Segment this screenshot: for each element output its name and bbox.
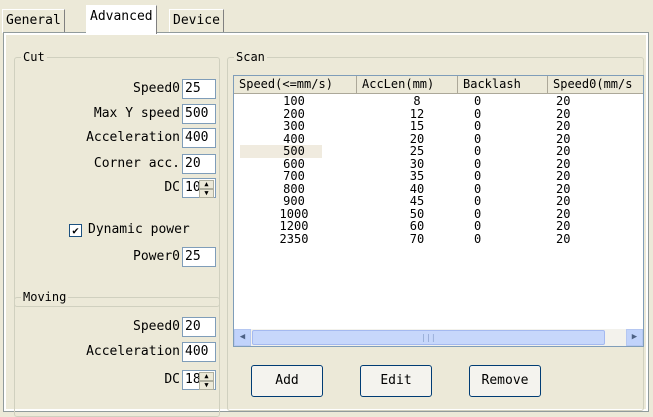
add-button[interactable]: Add	[251, 365, 323, 397]
cut-power0-label: Power0	[133, 249, 180, 264]
moving-dc-spinner[interactable]: ▲ ▼	[199, 372, 214, 390]
spin-down-icon[interactable]: ▼	[199, 189, 214, 198]
cut-speed0-input[interactable]: 25	[182, 79, 216, 99]
tab-advanced[interactable]: Advanced	[86, 5, 157, 34]
column-header-speed[interactable]: Speed(<=mm/s)	[234, 76, 357, 94]
cut-power0-input[interactable]: 25	[182, 247, 216, 267]
scroll-left-icon[interactable]: ◀	[234, 329, 251, 346]
edit-button[interactable]: Edit	[360, 365, 432, 397]
moving-group-title: Moving	[21, 289, 69, 305]
cut-group-title: Cut	[21, 49, 47, 65]
cut-corner-acc-input[interactable]: 20	[182, 154, 216, 174]
tab-device[interactable]: Device	[169, 9, 224, 33]
cut-dc-label: DC	[164, 180, 180, 195]
dynamic-power-label[interactable]: Dynamic power	[88, 221, 190, 239]
cut-dc-spinner[interactable]: ▲ ▼	[199, 180, 214, 198]
moving-acceleration-label: Acceleration	[86, 344, 180, 359]
cut-speed0-label: Speed0	[133, 81, 180, 96]
tab-panel: Cut Speed0 25 Max Y speed 500 Accelerati…	[3, 32, 649, 417]
column-header-acclen[interactable]: AccLen(mm)	[357, 76, 458, 94]
table-cell: 0	[474, 231, 482, 246]
cut-dc-spinbox[interactable]: 100 ▲ ▼	[182, 178, 216, 198]
cut-max-y-speed-input[interactable]: 500	[182, 104, 216, 124]
scan-group-title: Scan	[234, 49, 267, 65]
dynamic-power-checkbox[interactable]: ✔	[69, 224, 82, 237]
cut-corner-acc-label: Corner acc.	[93, 156, 180, 171]
column-header-speed0[interactable]: Speed0(mm/s	[548, 76, 643, 94]
table-cell: 2350	[279, 231, 309, 246]
scan-table[interactable]: Speed(<=mm/s) AccLen(mm) Backlash Speed0…	[233, 75, 644, 347]
column-header-backlash[interactable]: Backlash	[458, 76, 548, 94]
moving-dc-label: DC	[164, 372, 180, 387]
cut-acceleration-input[interactable]: 400	[182, 128, 216, 148]
moving-speed0-input[interactable]: 20	[182, 317, 216, 337]
spin-up-icon[interactable]: ▲	[199, 372, 214, 381]
scrollbar-thumb[interactable]: |||	[252, 330, 605, 345]
spin-down-icon[interactable]: ▼	[199, 381, 214, 390]
moving-dc-spinbox[interactable]: 180 ▲ ▼	[182, 370, 216, 390]
tab-general[interactable]: General	[2, 9, 65, 33]
table-row[interactable]: 2350 70 0 20	[234, 231, 643, 246]
spin-up-icon[interactable]: ▲	[199, 180, 214, 189]
moving-speed0-label: Speed0	[133, 319, 180, 334]
table-cell: 70	[409, 231, 425, 246]
remove-button[interactable]: Remove	[469, 365, 541, 397]
moving-acceleration-input[interactable]: 400	[182, 342, 216, 362]
horizontal-scrollbar[interactable]: ◀ ||| ▶	[234, 329, 643, 346]
cut-max-y-speed-label: Max Y speed	[93, 106, 180, 121]
cut-acceleration-label: Acceleration	[86, 130, 180, 145]
table-cell: 20	[556, 231, 571, 246]
checkmark-icon: ✔	[72, 224, 79, 237]
scroll-right-icon[interactable]: ▶	[626, 329, 643, 346]
